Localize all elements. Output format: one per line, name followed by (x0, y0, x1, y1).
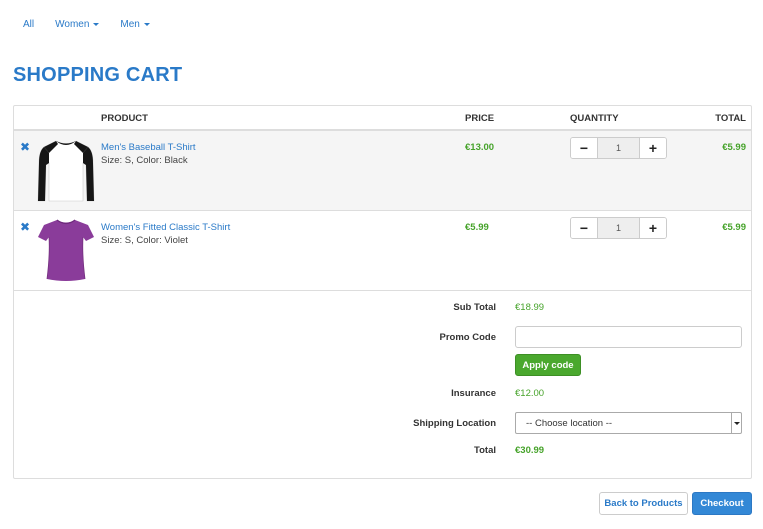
apply-code-button[interactable]: Apply code (515, 354, 581, 376)
remove-item-icon[interactable]: ✖ (20, 140, 30, 154)
insurance-value: €12.00 (515, 388, 545, 399)
increase-quantity-button[interactable]: + (640, 218, 666, 238)
select-arrow-icon (731, 413, 741, 433)
category-nav: All Women Men (23, 19, 171, 30)
total-label: Total (474, 445, 496, 456)
quantity-input[interactable]: 1 (597, 138, 640, 158)
product-price: €5.99 (465, 222, 489, 233)
shipping-location-label: Shipping Location (413, 418, 496, 429)
cart-table-header: PRODUCT PRICE QUANTITY TOTAL (14, 106, 751, 131)
caret-down-icon (143, 23, 150, 26)
nav-item-all[interactable]: All (23, 19, 34, 30)
nav-item-men[interactable]: Men (120, 19, 150, 30)
baseball-tshirt-image (37, 140, 95, 202)
cart-row: ✖ Women's Fitted Classic T-Shirt Size: S… (14, 211, 751, 291)
line-total: €5.99 (722, 222, 746, 233)
page-title: SHOPPING CART (13, 64, 183, 86)
product-attributes: Size: S, Color: Black (101, 155, 188, 166)
shipping-location-selected: -- Choose location -- (526, 417, 613, 429)
product-price: €13.00 (465, 142, 495, 153)
subtotal-value: €18.99 (515, 302, 545, 313)
cart-row: ✖ Men's Baseball T-Shirt Size: S, Color:… (14, 131, 751, 211)
nav-item-label: Women (55, 19, 90, 30)
caret-down-icon (93, 23, 100, 26)
product-name-link[interactable]: Women's Fitted Classic T-Shirt (101, 222, 230, 233)
subtotal-label: Sub Total (453, 302, 496, 313)
shipping-location-select[interactable]: -- Choose location -- (515, 412, 742, 434)
quantity-input[interactable]: 1 (597, 218, 640, 238)
decrease-quantity-button[interactable]: − (571, 138, 597, 158)
remove-item-icon[interactable]: ✖ (20, 220, 30, 234)
quantity-stepper: − 1 + (570, 217, 667, 239)
product-name-link[interactable]: Men's Baseball T-Shirt (101, 142, 196, 153)
header-quantity: QUANTITY (570, 113, 619, 124)
product-attributes: Size: S, Color: Violet (101, 235, 188, 246)
back-to-products-button[interactable]: Back to Products (599, 492, 688, 515)
nav-item-women[interactable]: Women (55, 19, 100, 30)
insurance-label: Insurance (451, 388, 496, 399)
total-value: €30.99 (515, 445, 545, 456)
header-product: PRODUCT (101, 113, 148, 124)
checkout-button[interactable]: Checkout (692, 492, 752, 515)
cart-panel: PRODUCT PRICE QUANTITY TOTAL ✖ Men's Bas… (13, 105, 752, 479)
decrease-quantity-button[interactable]: − (571, 218, 597, 238)
promo-code-label: Promo Code (439, 332, 496, 343)
line-total: €5.99 (722, 142, 746, 153)
increase-quantity-button[interactable]: + (640, 138, 666, 158)
nav-item-label: Men (120, 19, 140, 30)
header-price: PRICE (465, 113, 495, 124)
fitted-tshirt-image (38, 219, 94, 281)
header-total: TOTAL (715, 113, 746, 124)
promo-code-input[interactable] (515, 326, 742, 348)
nav-item-label: All (23, 19, 35, 30)
quantity-stepper: − 1 + (570, 137, 667, 159)
